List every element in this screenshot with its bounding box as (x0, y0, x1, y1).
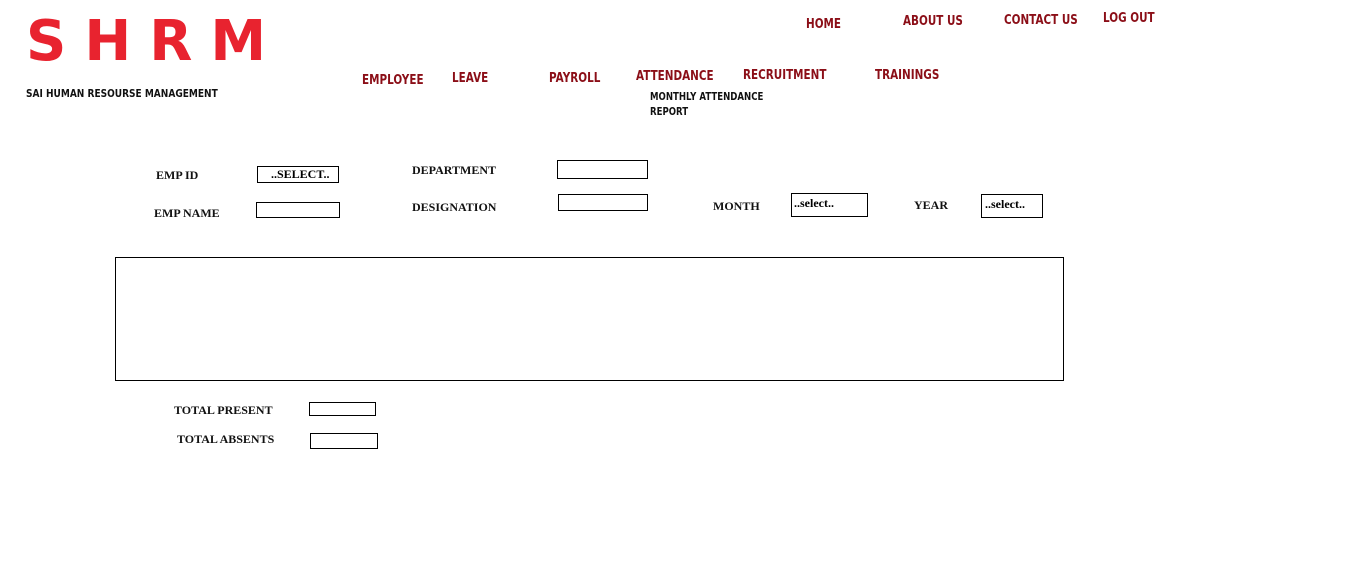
nav-leave-link[interactable]: LEAVE (452, 71, 488, 86)
emp-name-input[interactable] (256, 202, 340, 218)
logo-title: SHRM (26, 9, 285, 74)
logo-subtitle: SAI HUMAN RESOURSE MANAGEMENT (26, 87, 218, 100)
total-absents-input[interactable] (310, 433, 378, 449)
nav-about-link[interactable]: ABOUT US (903, 14, 963, 29)
nav-trainings-link[interactable]: TRAININGS (875, 68, 939, 83)
emp-id-select[interactable]: ..SELECT.. (257, 166, 339, 183)
month-select[interactable]: ..select.. (791, 193, 868, 217)
total-absents-label: TOTAL ABSENTS (177, 432, 275, 446)
nav-attendance-link[interactable]: ATTENDANCE (636, 69, 714, 84)
attendance-report-area (115, 257, 1064, 381)
emp-id-label: EMP ID (156, 168, 199, 182)
nav-contact-link[interactable]: CONTACT US (1004, 13, 1078, 28)
nav-home-link[interactable]: HOME (806, 17, 841, 32)
designation-label: DESIGNATION (412, 200, 497, 214)
designation-input[interactable] (558, 194, 648, 211)
nav-recruitment-link[interactable]: RECRUITMENT (743, 68, 826, 83)
submenu-monthly-attendance-report[interactable]: MONTHLY ATTENDANCE REPORT (650, 89, 767, 119)
month-label: MONTH (713, 199, 760, 213)
department-input[interactable] (557, 160, 648, 179)
nav-logout-link[interactable]: LOG OUT (1103, 11, 1155, 26)
year-select[interactable]: ..select.. (981, 194, 1043, 218)
emp-name-label: EMP NAME (154, 206, 220, 220)
nav-payroll-link[interactable]: PAYROLL (549, 71, 600, 86)
total-present-input[interactable] (309, 402, 376, 416)
department-label: DEPARTMENT (412, 163, 497, 177)
total-present-label: TOTAL PRESENT (174, 403, 273, 417)
nav-employee-link[interactable]: EMPLOYEE (362, 73, 424, 88)
year-label: YEAR (914, 198, 949, 212)
